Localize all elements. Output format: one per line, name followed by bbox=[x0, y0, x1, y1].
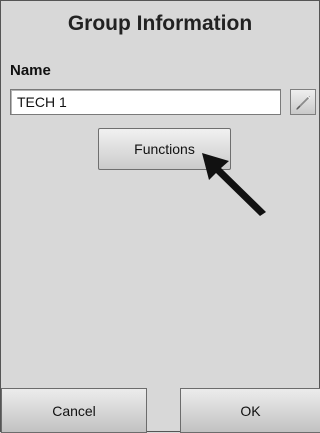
name-input[interactable] bbox=[10, 89, 281, 115]
ok-button[interactable]: OK bbox=[180, 388, 320, 433]
group-information-dialog: Group Information Name Functions Cancel … bbox=[0, 0, 320, 433]
pencil-icon bbox=[291, 90, 315, 114]
functions-button[interactable]: Functions bbox=[98, 128, 231, 170]
dialog-title: Group Information bbox=[67, 12, 253, 35]
name-label: Name bbox=[10, 62, 51, 79]
cancel-button[interactable]: Cancel bbox=[1, 388, 147, 433]
edit-name-button[interactable] bbox=[290, 89, 316, 115]
